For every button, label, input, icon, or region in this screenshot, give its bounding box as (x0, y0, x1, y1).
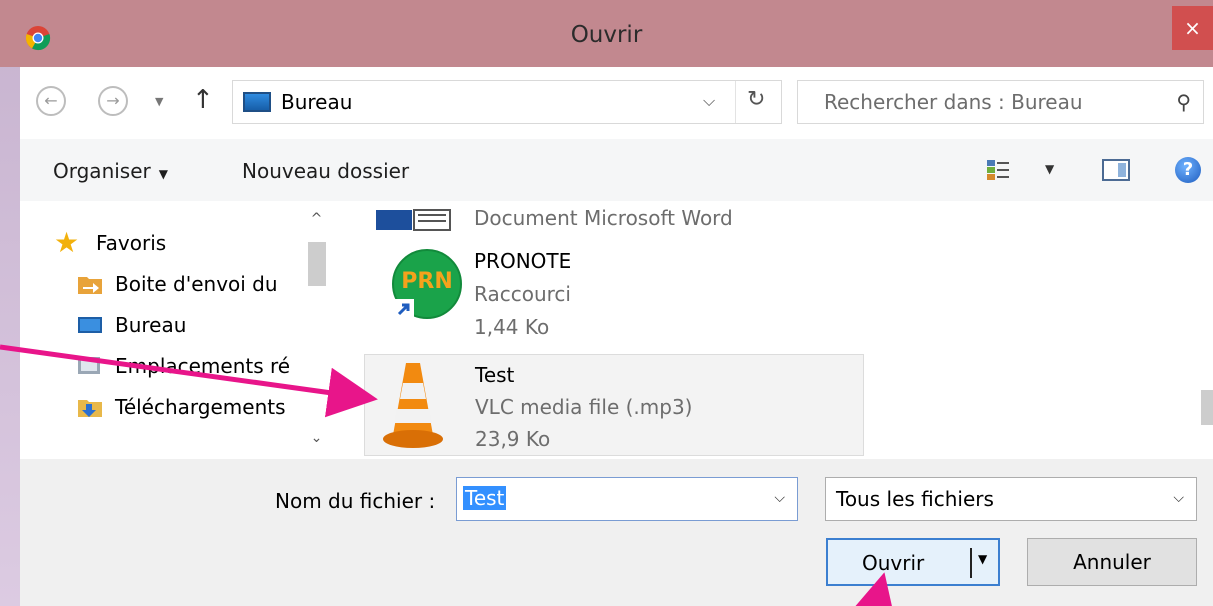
filename-input[interactable]: Test ⌵ (456, 477, 798, 521)
list-item-test-selected[interactable]: Test VLC media file (.mp3) 23,9 Ko (364, 354, 864, 456)
filename-value: Test (463, 486, 507, 510)
sidebar-item-boite-envoi[interactable]: Boite d'envoi du (77, 272, 303, 296)
chevron-down-icon: ▼ (158, 167, 168, 181)
open-options-chevron-icon[interactable]: ▼ (978, 552, 987, 566)
desktop-icon (78, 317, 102, 333)
file-size: 23,9 Ko (475, 427, 551, 451)
sidebar-item-label: Boite d'envoi du (115, 272, 278, 296)
file-size: 1,44 Ko (474, 315, 550, 339)
split-button-divider (970, 548, 972, 578)
up-button[interactable]: ↑ (192, 85, 214, 115)
command-toolbar: Organiser ▼ Nouveau dossier ▼ ? (20, 139, 1213, 201)
dialog-footer: Nom du fichier : Test ⌵ Tous les fichier… (20, 459, 1213, 606)
sidebar-item-label: Favoris (96, 231, 167, 255)
search-placeholder: Rechercher dans : Bureau (824, 90, 1083, 114)
search-input[interactable]: Rechercher dans : Bureau ⚲ (797, 80, 1204, 124)
filename-label: Nom du fichier : (275, 489, 436, 513)
file-type-value: Tous les fichiers (836, 487, 994, 511)
word-document-icon (376, 209, 451, 231)
star-icon: ★ (54, 231, 80, 255)
file-name: Test (475, 363, 515, 387)
new-folder-button[interactable]: Nouveau dossier (242, 159, 409, 183)
folder-send-icon (78, 277, 102, 294)
organiser-button[interactable]: Organiser ▼ (53, 159, 168, 183)
recent-places-icon (78, 357, 100, 374)
address-bar[interactable]: Bureau ⌵ ↻ (232, 80, 782, 124)
pronote-logo-text: PRN (401, 269, 453, 294)
sidebar-item-label: Téléchargements (115, 395, 286, 419)
close-button[interactable]: × (1172, 6, 1213, 50)
file-list: Document Microsoft Word PRN PRONOTE Racc… (330, 201, 1213, 459)
search-icon[interactable]: ⚲ (1176, 90, 1191, 114)
desktop-background (0, 0, 20, 606)
sidebar-scroll-up-icon[interactable]: ^ (303, 211, 330, 227)
sidebar-item-favoris[interactable]: ★ Favoris (54, 231, 166, 255)
sidebar-item-telechargements[interactable]: Téléchargements (77, 395, 303, 419)
recent-locations-chevron-icon[interactable]: ▼ (155, 95, 163, 108)
sidebar-item-label: Bureau (115, 313, 187, 337)
desktop-icon (243, 92, 271, 112)
window-title: Ouvrir (570, 22, 643, 48)
cancel-button[interactable]: Annuler (1027, 538, 1197, 586)
preview-pane-icon[interactable] (1102, 159, 1130, 181)
view-options-icon[interactable] (986, 159, 1010, 181)
refresh-icon[interactable]: ↻ (747, 87, 765, 112)
address-dropdown-chevron-icon[interactable]: ⌵ (703, 91, 715, 111)
navigation-bar: ← → ▼ ↑ Bureau ⌵ ↻ Rechercher dans : Bur… (20, 67, 1213, 139)
help-icon[interactable]: ? (1175, 157, 1201, 183)
sidebar-item-emplacements[interactable]: Emplacements ré (77, 354, 303, 378)
view-options-chevron-icon[interactable]: ▼ (1045, 162, 1054, 176)
downloads-icon (78, 400, 102, 417)
vlc-cone-icon (383, 363, 443, 448)
file-type: Raccourci (474, 282, 571, 306)
filename-dropdown-chevron-icon[interactable]: ⌵ (774, 490, 785, 506)
sidebar-item-label: Emplacements ré (115, 354, 291, 378)
navigation-pane: ★ Favoris Boite d'envoi du Bureau Emplac… (20, 201, 330, 459)
file-type-select[interactable]: Tous les fichiers ⌵ (825, 477, 1197, 521)
shortcut-arrow-icon (394, 299, 414, 319)
file-open-dialog: ← → ▼ ↑ Bureau ⌵ ↻ Rechercher dans : Bur… (20, 67, 1213, 606)
organiser-label: Organiser (53, 159, 151, 183)
address-separator (735, 81, 736, 123)
address-text: Bureau (281, 90, 353, 114)
file-list-scrollbar-thumb[interactable] (1201, 390, 1213, 425)
file-type: Document Microsoft Word (474, 206, 733, 230)
file-name: PRONOTE (474, 249, 572, 273)
open-button[interactable]: Ouvrir ▼ (826, 538, 1000, 586)
forward-button[interactable]: → (98, 86, 128, 116)
sidebar-scroll-down-icon[interactable]: ⌄ (303, 430, 330, 446)
back-button[interactable]: ← (36, 86, 66, 116)
list-item-pronote[interactable]: PRN PRONOTE Raccourci 1,44 Ko (364, 247, 864, 349)
sidebar-item-bureau[interactable]: Bureau (77, 313, 303, 337)
title-bar[interactable]: Ouvrir × (0, 0, 1213, 67)
file-type-chevron-icon[interactable]: ⌵ (1173, 490, 1184, 506)
sidebar-scrollbar-thumb[interactable] (308, 242, 326, 286)
open-button-label: Ouvrir (862, 551, 925, 575)
file-type: VLC media file (.mp3) (475, 395, 693, 419)
